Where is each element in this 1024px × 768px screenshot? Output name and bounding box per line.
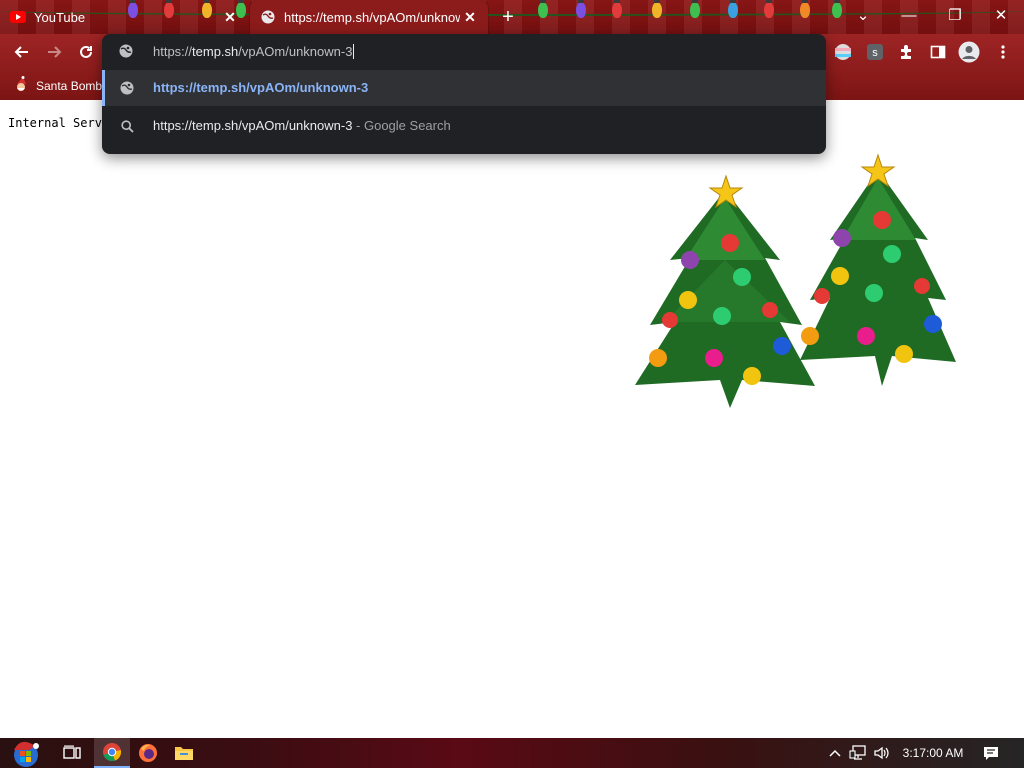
close-tab-icon[interactable]: ✕ <box>220 7 240 27</box>
url-path: /vpAOm/unknown-3 <box>238 44 353 59</box>
tab-temp-sh[interactable]: https://temp.sh/vpAOm/unknown-3 ✕ <box>250 0 488 34</box>
youtube-icon <box>10 9 26 25</box>
christmas-light-decoration <box>690 0 700 18</box>
side-panel-icon[interactable] <box>927 41 949 63</box>
system-clock[interactable]: 3:17:00 AM <box>896 738 970 768</box>
firefox-icon <box>139 744 157 762</box>
christmas-light-decoration <box>652 0 662 18</box>
arrow-right-icon <box>48 46 62 58</box>
christmas-light-decoration <box>728 0 738 18</box>
back-button[interactable] <box>8 38 36 66</box>
globe-icon <box>119 80 135 96</box>
close-tab-icon[interactable]: ✕ <box>460 7 480 27</box>
globe-icon <box>119 44 133 63</box>
close-window-button[interactable]: ✕ <box>978 0 1024 30</box>
christmas-light-decoration <box>612 0 622 18</box>
reload-button[interactable] <box>72 38 100 66</box>
christmas-tree-image <box>635 174 815 408</box>
extensions-puzzle-icon[interactable] <box>895 41 917 63</box>
folder-icon <box>175 747 193 760</box>
minimize-button[interactable]: — <box>886 0 932 30</box>
christmas-trees-decoration <box>635 153 956 408</box>
task-view-button[interactable] <box>58 738 86 768</box>
url-host: temp.sh <box>192 44 239 59</box>
address-bar-input[interactable]: https://temp.sh/vpAOm/unknown-3 <box>102 34 826 70</box>
christmas-light-decoration <box>800 0 810 18</box>
taskbar-firefox[interactable] <box>134 738 162 768</box>
svg-text:s: s <box>872 47 878 59</box>
text-caret <box>353 44 355 59</box>
suggestion-engine: - Google Search <box>352 118 451 133</box>
bookmark-santa-bomb[interactable]: Santa Bomb <box>14 76 102 95</box>
christmas-light-decoration <box>576 0 586 18</box>
arrow-left-icon <box>14 46 28 58</box>
task-view-icon <box>63 745 81 759</box>
tab-title: https://temp.sh/vpAOm/unknown-3 <box>284 9 460 25</box>
suggestion-text: https://temp.sh/vpAOm/unknown-3 - Google… <box>153 118 451 133</box>
start-button[interactable] <box>6 738 46 768</box>
christmas-tree-image <box>800 153 956 386</box>
more-menu-icon[interactable] <box>992 41 1014 63</box>
omnibox-suggestion-search[interactable]: https://temp.sh/vpAOm/unknown-3 - Google… <box>102 108 826 144</box>
forward-button[interactable] <box>40 38 68 66</box>
windows-taskbar: 3:17:00 AM <box>0 738 1024 768</box>
chevron-up-icon <box>829 749 841 757</box>
network-icon <box>849 745 866 760</box>
omnibox-suggestion-url[interactable]: https://temp.sh/vpAOm/unknown-3 <box>102 70 826 106</box>
chrome-icon <box>103 743 122 762</box>
profile-avatar-icon[interactable] <box>958 41 980 63</box>
suggestion-query: https://temp.sh/vpAOm/unknown-3 <box>153 118 353 133</box>
volume-tray-button[interactable] <box>872 738 892 768</box>
taskbar-file-explorer[interactable] <box>170 738 198 768</box>
start-orb-icon <box>14 741 39 767</box>
url-scheme: https:// <box>153 44 193 59</box>
christmas-light-decoration <box>538 0 548 18</box>
extension-s-icon[interactable]: s <box>864 41 886 63</box>
bookmark-label: Santa Bomb <box>36 78 103 93</box>
christmas-light-decoration <box>764 0 774 18</box>
network-tray-button[interactable] <box>848 738 868 768</box>
taskbar-chrome[interactable] <box>94 738 130 768</box>
tab-strip: YouTube ✕ https://temp.sh/vpAOm/unknown-… <box>0 0 1024 34</box>
globe-icon <box>260 9 276 25</box>
restore-button[interactable]: ❐ <box>932 0 978 30</box>
santa-icon <box>14 76 28 95</box>
speaker-icon <box>874 746 889 760</box>
search-icon <box>119 118 135 134</box>
reload-icon <box>80 45 92 58</box>
notification-icon <box>984 746 998 760</box>
suggestion-text: https://temp.sh/vpAOm/unknown-3 <box>153 80 369 95</box>
new-tab-button[interactable]: + <box>496 6 520 28</box>
show-hidden-icons-button[interactable] <box>826 738 844 768</box>
tab-search-button[interactable]: ⌄ <box>840 0 886 30</box>
extension-flag-icon[interactable] <box>832 41 854 63</box>
tab-youtube[interactable]: YouTube ✕ <box>0 0 248 34</box>
address-bar-text[interactable]: https://temp.sh/vpAOm/unknown-3 <box>153 44 355 59</box>
tab-title: YouTube <box>34 9 86 25</box>
action-center-button[interactable] <box>978 738 1004 768</box>
omnibox-dropdown: https://temp.sh/vpAOm/unknown-3 https://… <box>102 34 826 154</box>
